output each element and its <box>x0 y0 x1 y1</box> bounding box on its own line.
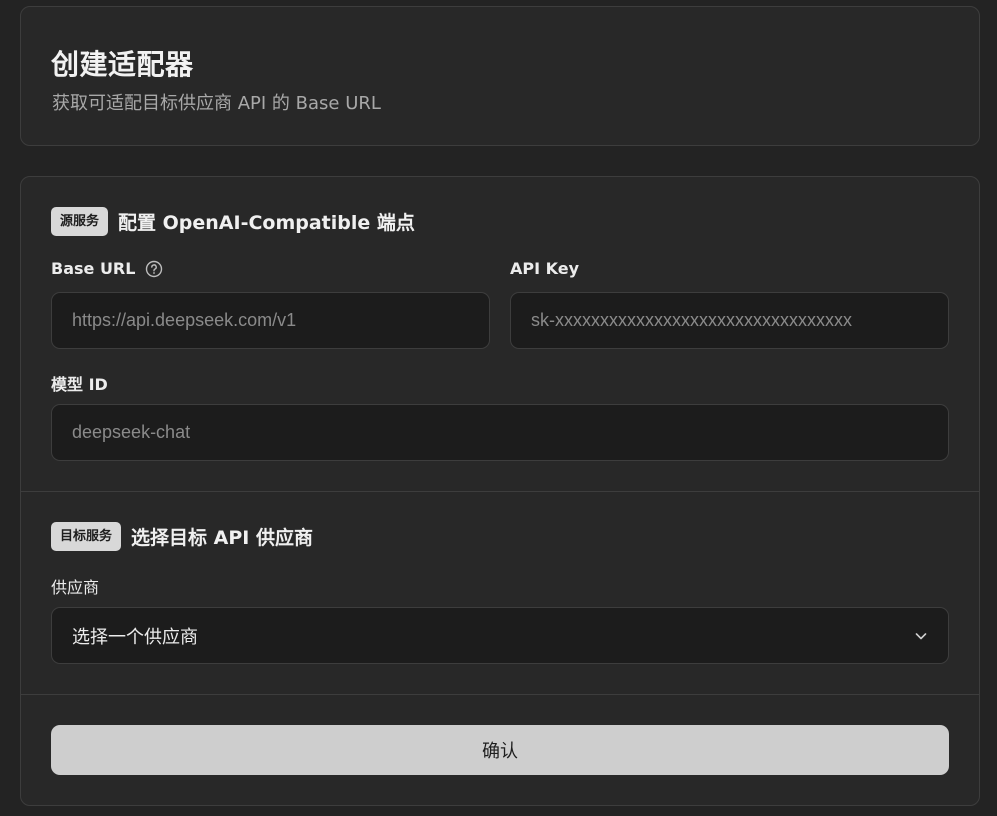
base-url-input[interactable]: https://api.deepseek.com/v1 <box>51 292 490 349</box>
model-id-input[interactable]: deepseek-chat <box>51 404 949 461</box>
api-key-label: API Key <box>510 259 580 278</box>
target-section-header: 目标服务 选择目标 API 供应商 <box>51 522 313 551</box>
api-key-input[interactable]: sk-xxxxxxxxxxxxxxxxxxxxxxxxxxxxxxxxx <box>510 292 949 349</box>
header-card: 创建适配器 获取可适配目标供应商 API 的 Base URL <box>20 6 980 146</box>
base-url-label: Base URL <box>51 259 136 278</box>
chevron-down-icon <box>914 629 928 643</box>
target-section-title: 选择目标 API 供应商 <box>131 527 313 549</box>
page-title: 创建适配器 <box>51 48 194 81</box>
model-id-label: 模型 ID <box>51 375 108 394</box>
help-circle-icon[interactable] <box>145 260 163 278</box>
provider-select-value: 选择一个供应商 <box>72 626 198 648</box>
source-section-title: 配置 OpenAI-Compatible 端点 <box>118 212 415 234</box>
target-badge: 目标服务 <box>51 522 122 551</box>
source-section-header: 源服务 配置 OpenAI-Compatible 端点 <box>51 207 415 236</box>
base-url-label-row: Base URL <box>51 259 163 278</box>
source-badge: 源服务 <box>51 207 109 236</box>
section-divider <box>21 491 979 492</box>
adapter-form-card: 源服务 配置 OpenAI-Compatible 端点 Base URL htt… <box>20 176 980 806</box>
confirm-button[interactable]: 确认 <box>51 725 949 775</box>
provider-label: 供应商 <box>51 578 100 597</box>
page-subtitle: 获取可适配目标供应商 API 的 Base URL <box>52 93 381 114</box>
footer-divider <box>21 694 979 695</box>
provider-select[interactable]: 选择一个供应商 <box>51 607 949 664</box>
